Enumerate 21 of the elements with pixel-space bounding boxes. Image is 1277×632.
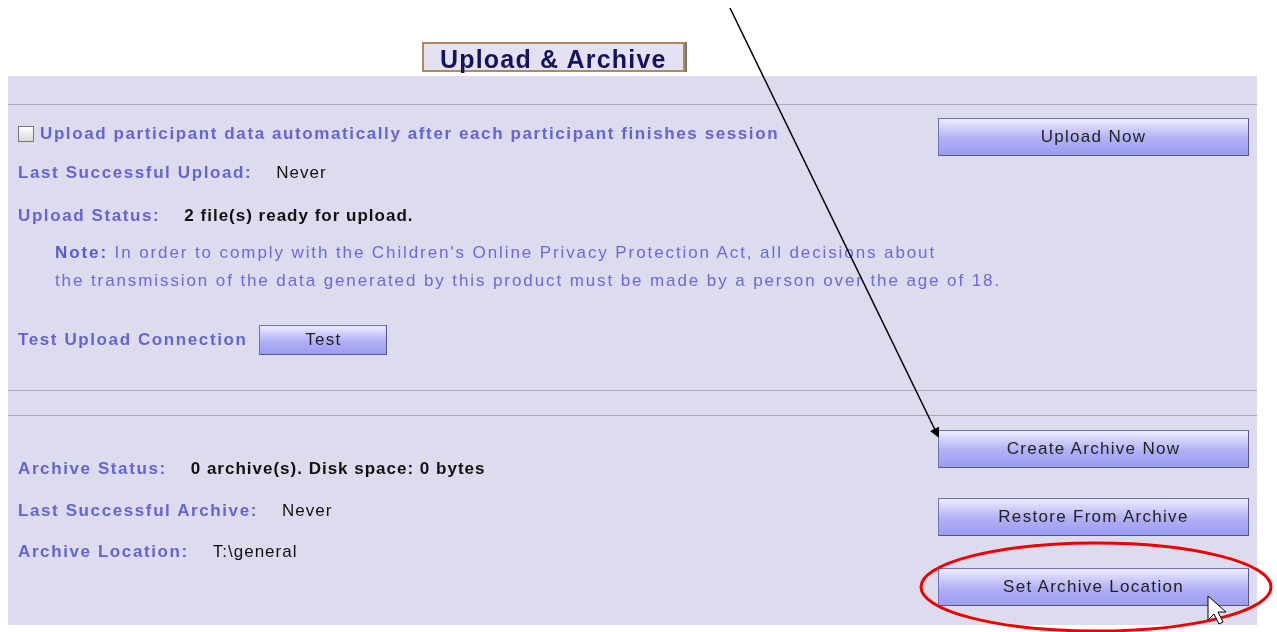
tab[interactable]: Upload & Archive <box>422 42 685 72</box>
field-label: Archive Location: <box>18 542 189 562</box>
field-label: Upload Status: <box>18 206 161 226</box>
archive-button[interactable]: Create Archive Now <box>938 430 1249 468</box>
field-value: Never <box>281 501 333 521</box>
field-value: 0 archive(s). Disk space: 0 bytes <box>190 459 486 479</box>
field-value: Never <box>276 163 327 183</box>
cursor-icon <box>1207 595 1227 625</box>
note-text: the transmission of the data generated by this product must be made by a person over the age of 18. <box>54 270 1001 292</box>
field-label: Test Upload Connection <box>18 330 248 350</box>
checkbox-label[interactable]: Upload participant data automatically after each participant finishes session <box>40 124 780 144</box>
field-label: Last Successful Archive: <box>18 501 258 521</box>
field-value: 2 file(s) ready for upload. <box>184 206 414 226</box>
archive-button[interactable]: Set Archive Location <box>938 568 1249 606</box>
upload-now-button[interactable]: Upload Now <box>938 118 1249 156</box>
field-label: Last Successful Upload: <box>18 163 253 183</box>
test-button[interactable]: Test <box>259 325 388 355</box>
field-value: T:\general <box>212 542 298 562</box>
archive-button[interactable]: Restore From Archive <box>938 498 1249 536</box>
field-label: Archive Status: <box>18 459 167 479</box>
checkbox[interactable] <box>18 126 34 142</box>
